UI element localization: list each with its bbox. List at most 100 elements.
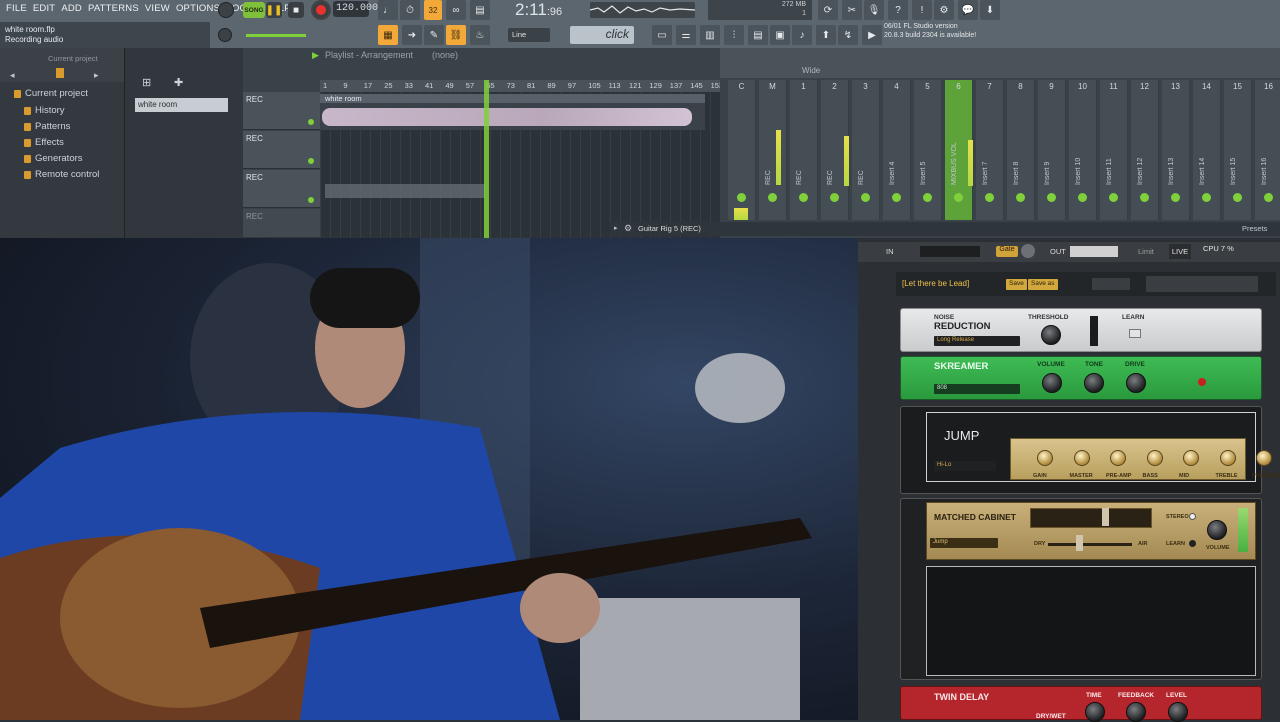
live-button[interactable]: LIVE — [1169, 244, 1191, 259]
matrix-icon[interactable] — [1092, 278, 1130, 290]
channel-rack-icon[interactable]: ⚌ — [676, 25, 696, 45]
save-button[interactable]: Save — [1006, 279, 1027, 290]
track-header-2[interactable]: REC — [243, 131, 320, 169]
delay-level-knob[interactable] — [1168, 702, 1188, 722]
track-led[interactable] — [308, 197, 314, 203]
jump-mid-knob[interactable] — [1183, 450, 1199, 466]
song-mode-button[interactable]: SONG — [243, 2, 265, 18]
menu-patterns[interactable]: PATTERNS — [88, 3, 139, 14]
strip-send-knob[interactable] — [954, 193, 963, 202]
step-sequencer-icon[interactable]: ➜ — [402, 25, 422, 45]
cabinet-learn-toggle[interactable] — [1189, 540, 1196, 547]
mixer-strip-c[interactable]: C — [728, 80, 756, 220]
track-header-4[interactable]: REC — [243, 209, 320, 238]
mixer-strip-8[interactable]: 8 Insert 8 — [1007, 80, 1035, 220]
strip-send-knob[interactable] — [1047, 193, 1056, 202]
skreamer-tone-knob[interactable] — [1084, 373, 1104, 393]
jump-bass-knob[interactable] — [1146, 450, 1163, 466]
mic-record-icon[interactable]: ⬆ — [816, 25, 836, 45]
save-as-button[interactable]: Save as — [1028, 279, 1058, 290]
master-pitch-knob[interactable] — [218, 28, 232, 42]
strip-send-knob[interactable] — [923, 193, 932, 202]
mixer-strip-5[interactable]: 5 Insert 5 — [914, 80, 942, 220]
strip-send-knob[interactable] — [985, 193, 994, 202]
broom-icon[interactable]: ↯ — [838, 25, 858, 45]
jump-pre-amp-knob[interactable] — [1110, 450, 1126, 466]
mixer-layout-title[interactable]: Wide — [802, 66, 820, 75]
tree-history[interactable]: History — [24, 105, 65, 116]
track-header-3[interactable]: REC — [243, 170, 320, 208]
strip-send-knob[interactable] — [1233, 193, 1242, 202]
snap-dropdown[interactable]: Line — [508, 28, 550, 42]
delay-feedback-knob[interactable] — [1126, 702, 1146, 722]
playlist-window-icon[interactable]: ▦ — [378, 25, 398, 45]
mixer-strip-9[interactable]: 9 Insert 9 — [1038, 80, 1066, 220]
link-icon[interactable]: ⛓ — [446, 25, 466, 45]
mixer-strip-16[interactable]: 16 Insert 16 — [1255, 80, 1280, 220]
strip-send-knob[interactable] — [1016, 193, 1025, 202]
song-position-display[interactable]: 2:11:96 — [515, 0, 587, 20]
strip-send-knob[interactable] — [830, 193, 839, 202]
strip-send-knob[interactable] — [768, 193, 777, 202]
piano-roll-icon[interactable]: ▥ — [700, 25, 720, 45]
skreamer-mode-dropdown[interactable]: 808 — [934, 384, 1020, 394]
preset-name[interactable]: [Let there be Lead] — [902, 279, 969, 288]
mixer-strip-12[interactable]: 12 Insert 12 — [1131, 80, 1159, 220]
strip-send-knob[interactable] — [892, 193, 901, 202]
mixer-strip-4[interactable]: 4 Insert 4 — [883, 80, 911, 220]
stamp-icon[interactable]: ♨ — [470, 25, 490, 45]
menu-options[interactable]: OPTIONS — [176, 3, 220, 14]
strip-send-knob[interactable] — [1078, 193, 1087, 202]
mic-icon[interactable]: 🎙 — [864, 0, 884, 20]
tree-effects[interactable]: Effects — [24, 137, 64, 148]
gate-knob[interactable] — [1021, 244, 1035, 258]
tree-patterns[interactable]: Patterns — [24, 121, 70, 132]
threshold-knob[interactable] — [1041, 325, 1061, 345]
mixer-strip-1[interactable]: 1 REC — [790, 80, 818, 220]
cabinet-model-dropdown[interactable]: Jump — [930, 538, 998, 548]
loop-record-icon[interactable]: ∞ — [446, 0, 466, 20]
skreamer-drive-knob[interactable] — [1126, 373, 1146, 393]
mixer-strip-7[interactable]: 7 Insert 7 — [976, 80, 1004, 220]
browser-icon[interactable]: ▤ — [748, 25, 768, 45]
strip-send-knob[interactable] — [1140, 193, 1149, 202]
play-button[interactable]: ❚❚ — [266, 2, 282, 18]
tool-buttons[interactable] — [1146, 276, 1258, 292]
jump-treble-knob[interactable] — [1219, 450, 1236, 466]
plugin-arrow-icon[interactable]: ▸ — [614, 224, 618, 232]
strip-send-knob[interactable] — [1264, 193, 1273, 202]
chat-icon[interactable]: 💬 — [958, 0, 978, 20]
track-led[interactable] — [308, 158, 314, 164]
jump-gain-knob[interactable] — [1037, 450, 1053, 466]
strip-send-knob[interactable] — [737, 193, 746, 202]
track-led[interactable] — [308, 119, 314, 125]
menu-edit[interactable]: EDIT — [33, 3, 55, 14]
master-volume-knob[interactable] — [218, 2, 234, 18]
step-edit-icon[interactable]: ▤ — [470, 0, 490, 20]
mixer-strip-15[interactable]: 15 Insert 15 — [1224, 80, 1252, 220]
cabinet-stereo-toggle[interactable] — [1189, 513, 1196, 520]
info-icon[interactable]: ! — [912, 0, 932, 20]
mixer-strip-13[interactable]: 13 Insert 13 — [1162, 80, 1190, 220]
tree-remote-control[interactable]: Remote control — [24, 169, 99, 180]
jump-presence-knob[interactable] — [1256, 450, 1272, 466]
news-panel[interactable]: 06/01 FL Studio version 20.8.3 build 230… — [884, 22, 996, 48]
rack-menu-icon[interactable]: ⊞ — [142, 76, 151, 89]
mixer-strip-m[interactable]: M REC — [759, 80, 787, 220]
rack-add-icon[interactable]: ✚ — [174, 76, 183, 89]
menu-add[interactable]: ADD — [61, 3, 82, 14]
folder-icon[interactable] — [56, 68, 64, 78]
tempo-display[interactable]: 120.000 — [333, 1, 378, 17]
presets-menu[interactable]: Presets — [1242, 224, 1267, 233]
limit-label[interactable]: Limit — [1138, 247, 1154, 256]
settings-icon[interactable]: ⚙ — [934, 0, 954, 20]
playhead[interactable] — [484, 80, 489, 238]
strip-send-knob[interactable] — [861, 193, 870, 202]
delay-time-knob[interactable] — [1085, 702, 1105, 722]
master-volume-slider[interactable] — [246, 34, 306, 37]
strip-send-knob[interactable] — [1109, 193, 1118, 202]
jump-mode-dropdown[interactable]: Hi-Lo — [934, 461, 996, 471]
menu-view[interactable]: VIEW — [145, 3, 170, 14]
mixer-strip-3[interactable]: 3 REC — [852, 80, 880, 220]
mixer-strip-14[interactable]: 14 Insert 14 — [1193, 80, 1221, 220]
